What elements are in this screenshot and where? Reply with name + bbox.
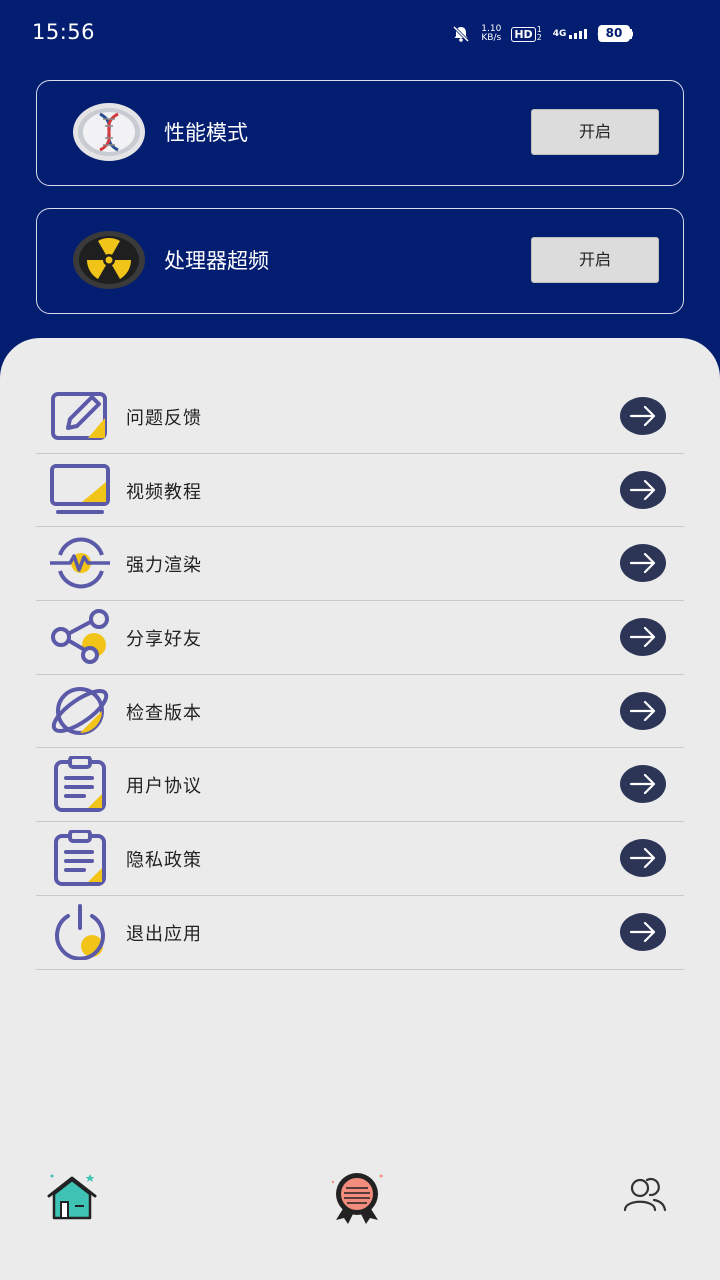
arrow-right-icon[interactable] <box>620 544 666 583</box>
cpu-overclock-title: 处理器超频 <box>164 249 269 273</box>
status-time: 15:56 <box>32 20 96 44</box>
share-icon <box>48 609 112 665</box>
status-bar: 15:56 1.10 KB/s HD 1 2 4G 4G 80 <box>0 0 720 68</box>
menu-item-check-version[interactable]: 检查版本 <box>36 675 684 749</box>
planet-icon <box>48 683 112 739</box>
arrow-right-icon[interactable] <box>620 912 666 951</box>
performance-mode-title: 性能模式 <box>164 121 248 145</box>
clipboard-icon <box>48 755 112 813</box>
net-speed: 1.10 KB/s <box>481 25 501 43</box>
menu-item-user-agreement[interactable]: 用户协议 <box>36 748 684 823</box>
menu-item-exit-app[interactable]: 退出应用 <box>36 896 684 970</box>
menu-label: 分享好友 <box>126 629 202 651</box>
settings-menu: 问题反馈 视频教程 强力渲染 分享好友 检查版本 用户协议 隐私政策 退出应用 <box>36 380 684 970</box>
bell-muted-icon <box>451 24 471 44</box>
power-icon <box>48 903 112 961</box>
hd-badge: HD <box>511 26 536 42</box>
signal-1-label: 4G <box>552 29 567 39</box>
menu-label: 用户协议 <box>126 776 202 798</box>
users-icon[interactable] <box>620 1174 670 1214</box>
arrow-right-icon[interactable] <box>620 691 666 730</box>
performance-mode-card: 性能模式 开启 <box>36 80 684 186</box>
menu-item-feedback[interactable]: 问题反馈 <box>36 380 684 454</box>
menu-label: 强力渲染 <box>126 555 202 577</box>
bottom-nav <box>0 1160 720 1230</box>
pulse-icon <box>48 535 112 591</box>
cpu-overclock-enable-button[interactable]: 开启 <box>531 237 659 283</box>
arrow-right-icon[interactable] <box>620 839 666 878</box>
menu-item-video-tutorial[interactable]: 视频教程 <box>36 454 684 528</box>
monitor-icon <box>48 462 112 518</box>
signal-1: 4G <box>553 29 588 39</box>
menu-item-force-render[interactable]: 强力渲染 <box>36 527 684 602</box>
menu-label: 隐私政策 <box>126 850 202 872</box>
hd-sub: 1 2 <box>536 25 542 42</box>
hd-indicator: HD 1 2 <box>511 26 542 42</box>
menu-label: 问题反馈 <box>126 408 202 429</box>
performance-mode-enable-button[interactable]: 开启 <box>531 109 659 155</box>
clipboard-icon <box>48 829 112 887</box>
radiation-icon <box>72 230 146 290</box>
menu-item-privacy-policy[interactable]: 隐私政策 <box>36 822 684 896</box>
menu-label: 视频教程 <box>126 481 202 503</box>
award-icon[interactable] <box>328 1172 386 1224</box>
net-speed-unit: KB/s <box>481 33 502 43</box>
home-icon[interactable] <box>44 1172 100 1222</box>
cpu-overclock-card: 处理器超频 开启 <box>36 208 684 314</box>
arrow-right-icon[interactable] <box>620 470 666 509</box>
dna-icon <box>72 102 146 162</box>
edit-icon <box>48 388 112 444</box>
battery-indicator: 80 <box>598 25 633 42</box>
arrow-right-icon[interactable] <box>620 618 666 657</box>
menu-label: 退出应用 <box>126 923 202 945</box>
arrow-right-icon[interactable] <box>620 397 666 435</box>
arrow-right-icon[interactable] <box>620 765 666 804</box>
menu-label: 检查版本 <box>126 702 202 724</box>
menu-item-share[interactable]: 分享好友 <box>36 601 684 675</box>
